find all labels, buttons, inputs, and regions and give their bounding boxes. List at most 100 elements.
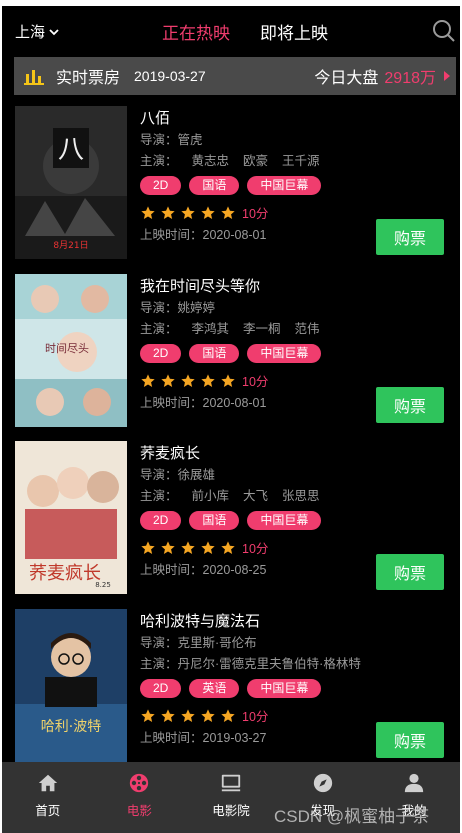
format-tag: 2D <box>140 679 182 698</box>
cast-row: 主演：丹尼尔·雷德克里夫鲁伯特·格林特 <box>140 655 440 674</box>
svg-text:时间尽头: 时间尽头 <box>45 342 89 355</box>
cast-member: 李鸿其 <box>191 322 230 336</box>
director-row: 导演：克里斯·哥伦布 <box>140 634 440 653</box>
svg-text:8.25: 8.25 <box>95 581 111 589</box>
nav-item-cinema[interactable]: 电影院 <box>185 762 277 833</box>
nav-label: 电影院 <box>212 804 250 818</box>
star-icon <box>141 373 155 387</box>
cast-member: 张思思 <box>282 489 320 503</box>
movie-tabs: 正在热映 即将上映 <box>162 19 328 44</box>
language-tag: 国语 <box>189 511 240 530</box>
app-screen: 上海 正在热映 即将上映 实时票房 2019-03-27 今日大盘 2918万 <box>2 6 460 833</box>
watermark: CSDN @枫蜜柚子茶 <box>274 807 430 826</box>
star-icon <box>181 540 195 554</box>
star-icon <box>141 205 155 219</box>
format-tag: 2D <box>140 344 182 363</box>
star-icon <box>201 373 215 387</box>
cast-member: 李一桐 <box>243 322 281 336</box>
score: 10分 <box>242 207 269 221</box>
format-tag: 2D <box>140 176 182 195</box>
bar-chart-icon <box>24 70 44 85</box>
release-date: 2020-08-01 <box>202 228 267 242</box>
movie-item[interactable]: 哈利·波特 哈利波特与魔法石 导演：克里斯·哥伦布 主演：丹尼尔·雷德克里夫鲁伯… <box>2 609 460 769</box>
chevron-right-icon <box>444 71 450 81</box>
tag-list: 2D 英语 中国巨幕 <box>140 679 440 698</box>
director-name: 克里斯·哥伦布 <box>177 636 257 650</box>
tab-now-showing[interactable]: 正在热映 <box>162 19 230 44</box>
top-header: 上海 正在热映 即将上映 <box>2 6 460 56</box>
cast-row: 主演： 黄志忠 欧豪 王千源 <box>140 152 440 171</box>
box-office-bar[interactable]: 实时票房 2019-03-27 今日大盘 2918万 <box>14 57 456 95</box>
star-icon <box>181 205 195 219</box>
director-row: 导演：姚婷婷 <box>140 299 440 318</box>
buy-ticket-button[interactable]: 购票 <box>376 219 444 255</box>
tag-list: 2D 国语 中国巨幕 <box>140 344 440 363</box>
star-icon <box>221 373 235 387</box>
star-icon <box>161 708 175 722</box>
movie-poster[interactable]: 荞麦疯长 8.25 <box>15 441 127 594</box>
svg-text:八: 八 <box>58 135 84 165</box>
language-tag: 国语 <box>189 176 240 195</box>
director-name: 管虎 <box>177 133 203 147</box>
search-icon[interactable] <box>432 19 456 43</box>
release-date: 2020-08-01 <box>202 396 267 410</box>
cast-member: 丹尼尔·雷德克里夫鲁伯特·格林特 <box>177 657 361 671</box>
screen-tag: 中国巨幕 <box>247 511 322 530</box>
movie-title: 荞麦疯长 <box>140 445 201 462</box>
language-tag: 英语 <box>189 679 240 698</box>
release-label: 上映时间： <box>140 228 203 242</box>
buy-ticket-button[interactable]: 购票 <box>376 722 444 758</box>
star-icon <box>161 205 175 219</box>
movie-title: 哈利波特与魔法石 <box>140 613 261 630</box>
nav-item-home[interactable]: 首页 <box>2 762 94 833</box>
star-icon <box>181 373 195 387</box>
release-date: 2020-08-25 <box>202 563 267 577</box>
cast-label: 主演： <box>140 154 178 168</box>
screen-tag: 中国巨幕 <box>247 344 322 363</box>
movie-poster[interactable]: 八 8月21日 <box>15 106 127 259</box>
film-reel-icon <box>130 773 149 793</box>
compass-icon <box>313 773 332 793</box>
nav-item-movie[interactable]: 电影 <box>94 762 186 833</box>
total-value: 2918万 <box>384 70 436 87</box>
director-name: 徐展雄 <box>177 468 216 482</box>
tab-coming-soon[interactable]: 即将上映 <box>260 19 328 44</box>
star-icon <box>201 708 215 722</box>
movie-poster[interactable]: 哈利·波特 <box>15 609 127 762</box>
tag-list: 2D 国语 中国巨幕 <box>140 511 440 530</box>
director-row: 导演：管虎 <box>140 131 440 150</box>
star-icon <box>141 540 155 554</box>
movie-item[interactable]: 八 8月21日 八佰 导演：管虎 主演： 黄志忠 欧豪 王千源 2D 国语 中国巨幕 <box>2 106 460 266</box>
screen-tag: 中国巨幕 <box>247 176 322 195</box>
star-icon <box>161 373 175 387</box>
star-icon <box>221 205 235 219</box>
svg-text:8月21日: 8月21日 <box>53 240 88 251</box>
cast-member: 黄志忠 <box>191 154 230 168</box>
total-label: 今日大盘 <box>314 70 379 87</box>
cast-label: 主演： <box>140 322 178 336</box>
chevron-down-icon <box>49 28 59 35</box>
score: 10分 <box>242 542 269 556</box>
cast-member: 范伟 <box>294 322 320 336</box>
movie-item[interactable]: 荞麦疯长 8.25 荞麦疯长 导演：徐展雄 主演： 前小库 大飞 张思思 2D 国语 … <box>2 441 460 601</box>
star-icon <box>181 708 195 722</box>
movie-item[interactable]: 时间尽头 我在时间尽头等你 导演：姚婷婷 主演： 李鸿其 李一桐 范伟 2D 国语 中… <box>2 274 460 434</box>
svg-text:哈利·波特: 哈利·波特 <box>41 719 101 735</box>
movie-poster[interactable]: 时间尽头 <box>15 274 127 427</box>
city-selector[interactable]: 上海 <box>15 21 61 42</box>
director-label: 导演： <box>140 636 178 650</box>
cast-row: 主演： 前小库 大飞 张思思 <box>140 487 440 506</box>
language-tag: 国语 <box>189 344 240 363</box>
star-icon <box>201 540 215 554</box>
nav-label: 首页 <box>35 804 61 818</box>
box-office-title: 实时票房 <box>56 70 121 87</box>
cast-label: 主演： <box>140 657 178 671</box>
user-icon <box>405 773 424 793</box>
star-icon <box>221 540 235 554</box>
buy-ticket-button[interactable]: 购票 <box>376 387 444 423</box>
release-label: 上映时间： <box>140 396 203 410</box>
release-label: 上映时间： <box>140 731 203 745</box>
buy-ticket-button[interactable]: 购票 <box>376 554 444 590</box>
score: 10分 <box>242 375 269 389</box>
star-icon <box>161 540 175 554</box>
